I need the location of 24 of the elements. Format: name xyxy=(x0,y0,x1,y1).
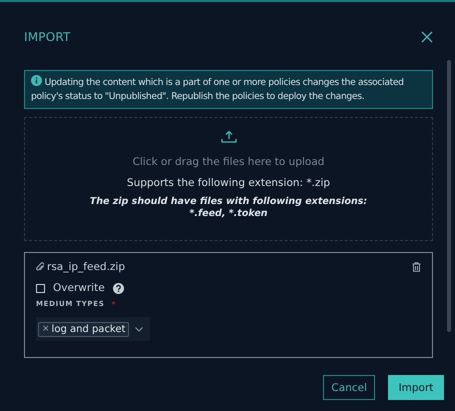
upload-dropzone[interactable]: Click or drag the files here to upload Supports the following extension: *.zip The zip should have files with following extensions: *.feed, *.token xyxy=(24,117,433,241)
tag-remove-button[interactable]: × xyxy=(42,324,50,334)
content-note: The zip should have files with following extensions: xyxy=(90,196,368,208)
upload-hint: Click or drag the files here to upload xyxy=(132,156,324,168)
content-note: *.feed, *.token xyxy=(189,208,268,220)
paperclip-icon xyxy=(36,262,44,272)
medium-types-select[interactable]: × log and packet xyxy=(36,317,150,341)
info-message: Updating the content which is a part of one or more policies changes the associated policy's status to "Unpublished". Republish the policies to deploy the changes. xyxy=(31,75,405,104)
extension-note: Supports the following extension: *.zip xyxy=(126,177,330,189)
help-icon xyxy=(112,282,124,294)
import-button[interactable]: Import xyxy=(388,375,444,400)
required-mark: * xyxy=(111,300,116,309)
dialog-title: IMPORT xyxy=(24,30,71,44)
info-icon xyxy=(31,75,42,86)
trash-icon[interactable] xyxy=(412,262,421,272)
overwrite-checkbox[interactable] xyxy=(36,284,45,292)
cancel-button[interactable]: Cancel xyxy=(323,375,375,400)
scrollbar[interactable] xyxy=(447,60,451,332)
upload-icon xyxy=(220,130,236,143)
file-name: rsa_ip_feed.zip xyxy=(47,261,126,273)
chevron-down-icon xyxy=(135,326,143,332)
close-icon[interactable] xyxy=(421,31,433,43)
overwrite-label: Overwrite xyxy=(53,282,105,294)
tag-label: log and packet xyxy=(52,324,126,334)
